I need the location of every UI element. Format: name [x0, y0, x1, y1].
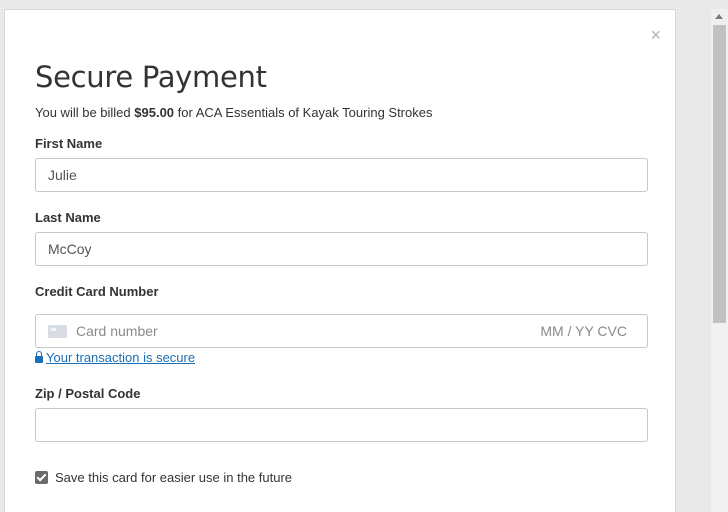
expiry-cvc-placeholder: MM / YY CVC — [540, 323, 627, 339]
save-card-label: Save this card for easier use in the fut… — [55, 470, 293, 485]
first-name-field[interactable]: Julie — [35, 158, 648, 192]
close-button[interactable]: × — [650, 26, 661, 44]
card-number-label: Credit Card Number — [35, 284, 159, 299]
billing-prefix: You will be billed — [35, 105, 135, 120]
last-name-label: Last Name — [35, 210, 101, 225]
last-name-field[interactable]: McCoy — [35, 232, 648, 266]
scroll-up-icon[interactable] — [715, 14, 723, 19]
secure-transaction-link[interactable]: Your transaction is secure — [35, 350, 195, 365]
payment-modal: × Secure Payment You will be billed $95.… — [4, 9, 676, 512]
lock-icon — [35, 351, 43, 363]
zip-label: Zip / Postal Code — [35, 386, 141, 401]
card-number-field[interactable]: Card number MM / YY CVC — [35, 314, 648, 348]
zip-field[interactable] — [35, 408, 648, 442]
secure-link-label: Your transaction is secure — [46, 350, 196, 365]
card-number-placeholder: Card number — [76, 323, 158, 339]
viewport: × Secure Payment You will be billed $95.… — [0, 0, 728, 512]
scroll-thumb[interactable] — [713, 25, 726, 323]
billing-suffix: for ACA Essentials of Kayak Touring Stro… — [174, 105, 433, 120]
save-card-row[interactable]: Save this card for easier use in the fut… — [35, 470, 292, 485]
billing-summary: You will be billed $95.00 for ACA Essent… — [35, 105, 432, 120]
billing-amount: $95.00 — [134, 105, 175, 120]
first-name-label: First Name — [35, 136, 103, 151]
vertical-scrollbar[interactable] — [711, 9, 728, 512]
page-title: Secure Payment — [35, 60, 267, 94]
credit-card-icon — [48, 325, 67, 338]
save-card-checkbox[interactable] — [35, 471, 48, 484]
